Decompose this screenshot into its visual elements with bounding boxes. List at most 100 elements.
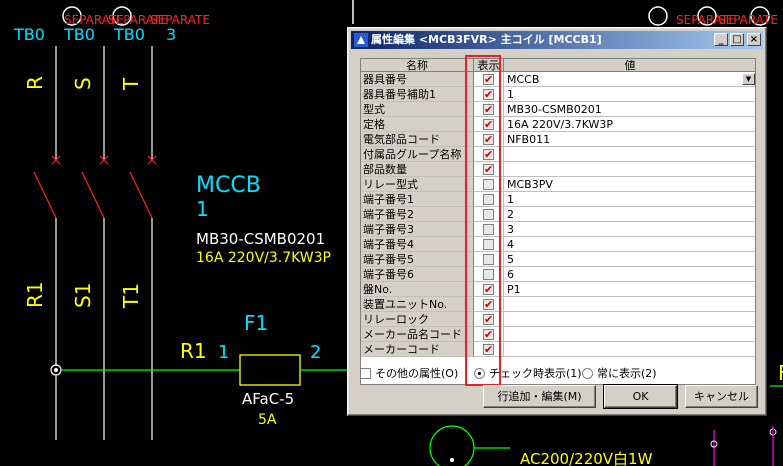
show-checkbox[interactable] bbox=[483, 132, 494, 146]
show-cell bbox=[474, 72, 504, 87]
attribute-value-cell[interactable] bbox=[504, 327, 755, 342]
add-edit-row-button[interactable]: 行追加・編集(M) bbox=[483, 385, 596, 408]
show-cell bbox=[474, 282, 504, 297]
attribute-value-cell[interactable] bbox=[504, 162, 755, 177]
attribute-value-cell[interactable] bbox=[504, 297, 755, 312]
show-cell bbox=[474, 342, 504, 357]
radio-always-display[interactable]: 常に表示(2) bbox=[582, 367, 657, 380]
show-cell bbox=[474, 252, 504, 267]
attribute-name-cell: 付属品グループ名称 bbox=[361, 147, 474, 162]
radio-button[interactable] bbox=[582, 368, 593, 379]
table-row[interactable]: 部品数量 bbox=[361, 162, 755, 177]
col-value-header[interactable]: 値 bbox=[504, 59, 755, 72]
dialog-titlebar[interactable]: 属性編集 <MCB3FVR> 主コイル [MCCB1] _ □ × bbox=[351, 31, 763, 49]
show-checkbox[interactable] bbox=[483, 179, 494, 190]
col-name-header[interactable]: 名称 bbox=[361, 59, 474, 72]
table-row[interactable]: 端子番号4 4 bbox=[361, 237, 755, 252]
table-row[interactable]: 盤No. P1 bbox=[361, 282, 755, 297]
cancel-button[interactable]: キャンセル bbox=[685, 385, 758, 408]
attribute-value-cell[interactable] bbox=[504, 342, 755, 357]
attribute-value-cell[interactable]: NFB011 bbox=[504, 132, 755, 147]
attribute-value-text: MB30-CSMB0201 bbox=[507, 103, 602, 116]
show-checkbox[interactable] bbox=[483, 224, 494, 235]
table-row[interactable]: 端子番号5 5 bbox=[361, 252, 755, 267]
attribute-value-cell[interactable]: 1 bbox=[504, 87, 755, 102]
minimize-button[interactable]: _ bbox=[714, 33, 728, 46]
show-checkbox[interactable] bbox=[483, 162, 494, 176]
radio-check-display[interactable]: チェック時表示(1) bbox=[474, 367, 582, 380]
attribute-name-cell: 端子番号5 bbox=[361, 252, 474, 267]
show-checkbox[interactable] bbox=[483, 72, 494, 86]
table-row[interactable]: 端子番号3 3 bbox=[361, 222, 755, 237]
attribute-value-cell[interactable]: MCCB ▼ bbox=[504, 72, 755, 87]
table-row[interactable]: 付属品グループ名称 bbox=[361, 147, 755, 162]
table-row[interactable]: 型式 MB30-CSMB0201 bbox=[361, 102, 755, 117]
checkbox-box[interactable] bbox=[360, 368, 371, 379]
show-checkbox[interactable] bbox=[483, 147, 494, 161]
show-cell bbox=[474, 192, 504, 207]
attribute-value-cell[interactable]: MCB3PV bbox=[504, 177, 755, 192]
wire-label: S1 bbox=[71, 283, 95, 308]
attribute-value-text: P1 bbox=[507, 283, 521, 296]
table-row[interactable]: 端子番号6 6 bbox=[361, 267, 755, 282]
attribute-value-text: 16A 220V/3.7KW3P bbox=[507, 118, 614, 131]
attribute-value-text: 2 bbox=[507, 208, 514, 221]
attribute-name-cell: メーカー品名コード bbox=[361, 327, 474, 342]
table-row[interactable]: リレー型式 MCB3PV bbox=[361, 177, 755, 192]
fuse-symbol bbox=[239, 354, 301, 386]
show-checkbox[interactable] bbox=[483, 297, 494, 311]
col-show-header[interactable]: 表示 bbox=[474, 59, 504, 72]
table-row[interactable]: 電気部品コード NFB011 bbox=[361, 132, 755, 147]
attribute-value-cell[interactable]: MB30-CSMB0201 bbox=[504, 102, 755, 117]
attribute-value-cell[interactable]: 4 bbox=[504, 237, 755, 252]
show-checkbox[interactable] bbox=[483, 254, 494, 265]
show-cell bbox=[474, 237, 504, 252]
attribute-value-cell[interactable]: 16A 220V/3.7KW3P bbox=[504, 117, 755, 132]
attribute-name-cell: リレー型式 bbox=[361, 177, 474, 192]
attribute-value-cell[interactable] bbox=[504, 147, 755, 162]
tb-label: TB0 bbox=[13, 25, 45, 44]
table-row[interactable]: リレーロック bbox=[361, 312, 755, 327]
attribute-value-cell[interactable]: 1 bbox=[504, 192, 755, 207]
show-checkbox[interactable] bbox=[483, 194, 494, 205]
attribute-name-cell: 定格 bbox=[361, 117, 474, 132]
maximize-button[interactable]: □ bbox=[730, 33, 744, 46]
separate-label: SEPARATE bbox=[718, 13, 778, 27]
table-row[interactable]: 器具番号 MCCB ▼ bbox=[361, 72, 755, 87]
show-cell bbox=[474, 117, 504, 132]
table-row[interactable]: 装置ユニットNo. bbox=[361, 297, 755, 312]
attribute-value-text: 4 bbox=[507, 238, 514, 251]
tb-label: TB0 bbox=[113, 25, 145, 44]
table-row[interactable]: 端子番号2 2 bbox=[361, 207, 755, 222]
table-row[interactable]: 端子番号1 1 bbox=[361, 192, 755, 207]
attribute-value-cell[interactable]: 3 bbox=[504, 222, 755, 237]
show-checkbox[interactable] bbox=[483, 282, 494, 296]
table-row[interactable]: メーカーコード bbox=[361, 342, 755, 357]
show-checkbox[interactable] bbox=[483, 87, 494, 101]
show-checkbox[interactable] bbox=[483, 342, 494, 356]
show-checkbox[interactable] bbox=[483, 312, 494, 326]
attribute-name-cell: リレーロック bbox=[361, 312, 474, 327]
tb-label: 3 bbox=[166, 25, 176, 44]
ok-button[interactable]: OK bbox=[603, 384, 678, 409]
show-checkbox[interactable] bbox=[483, 102, 494, 116]
wire-label: R1 bbox=[23, 281, 47, 308]
table-row[interactable]: メーカー品名コード bbox=[361, 327, 755, 342]
radio-button[interactable] bbox=[474, 368, 485, 379]
attribute-value-cell[interactable] bbox=[504, 312, 755, 327]
show-checkbox[interactable] bbox=[483, 117, 494, 131]
dropdown-arrow-icon[interactable]: ▼ bbox=[742, 73, 755, 85]
close-button[interactable]: × bbox=[747, 33, 761, 46]
show-cell bbox=[474, 207, 504, 222]
table-row[interactable]: 器具番号補助1 1 bbox=[361, 87, 755, 102]
table-row[interactable]: 定格 16A 220V/3.7KW3P bbox=[361, 117, 755, 132]
other-attr-checkbox[interactable]: その他の属性(O) bbox=[360, 367, 458, 380]
show-checkbox[interactable] bbox=[483, 239, 494, 250]
show-checkbox[interactable] bbox=[483, 327, 494, 341]
attribute-value-cell[interactable]: P1 bbox=[504, 282, 755, 297]
attribute-value-cell[interactable]: 5 bbox=[504, 252, 755, 267]
show-checkbox[interactable] bbox=[483, 209, 494, 220]
attribute-value-cell[interactable]: 6 bbox=[504, 267, 755, 282]
attribute-value-cell[interactable]: 2 bbox=[504, 207, 755, 222]
show-checkbox[interactable] bbox=[483, 269, 494, 280]
